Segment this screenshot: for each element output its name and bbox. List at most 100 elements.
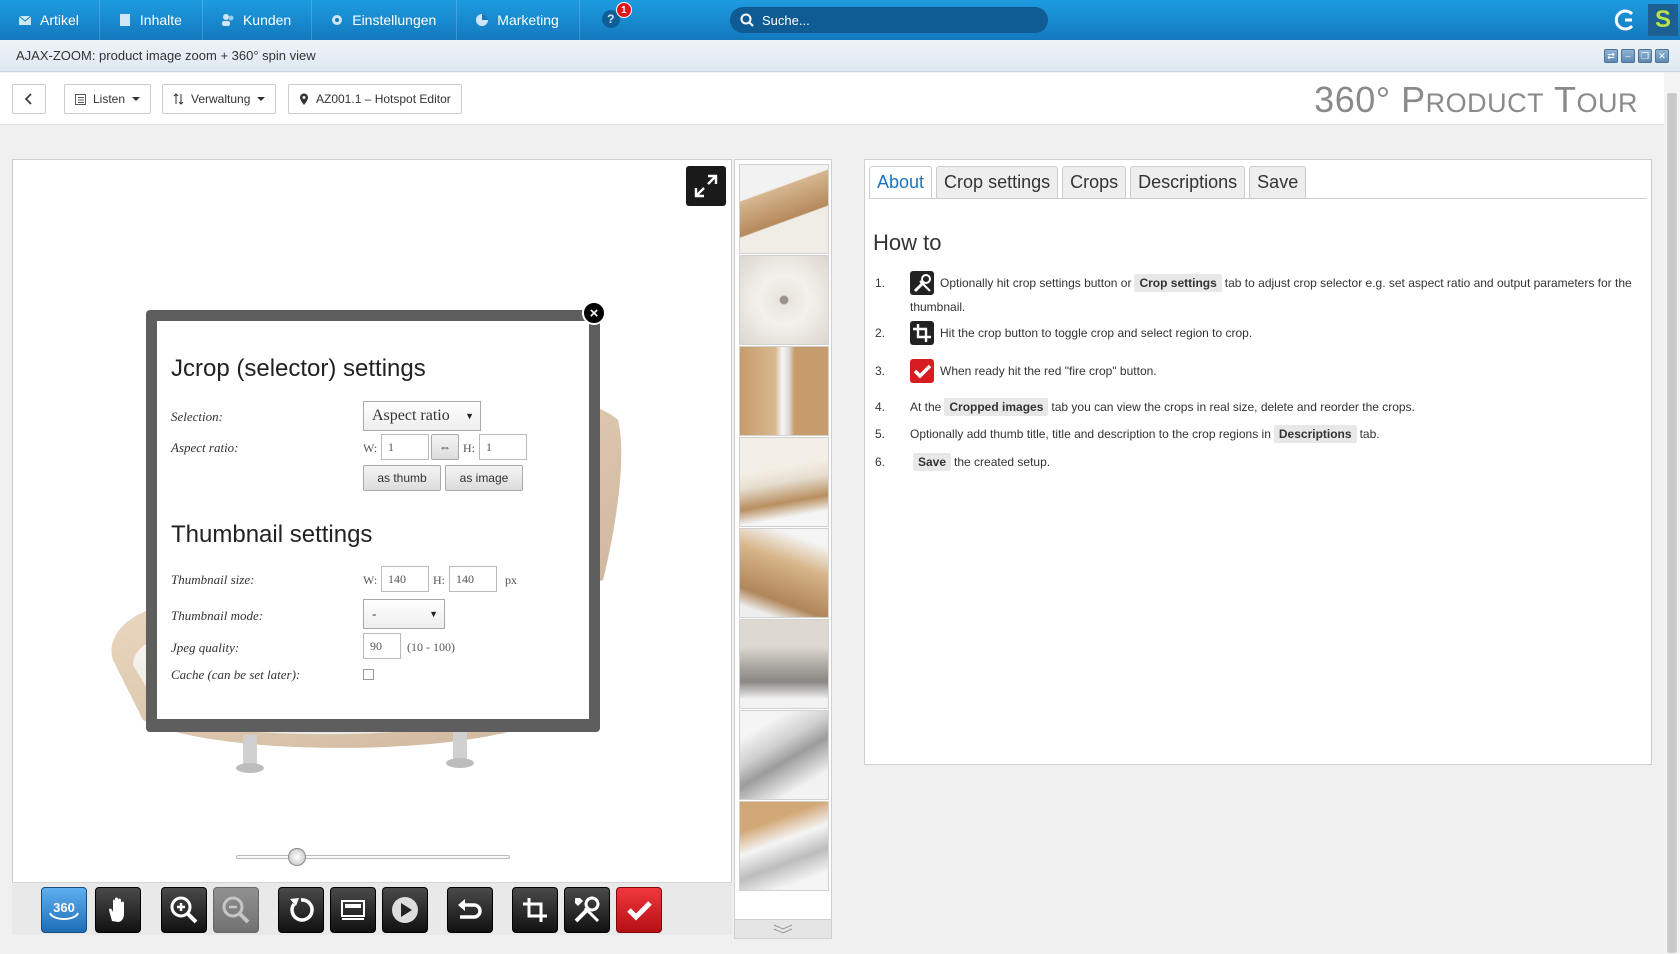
thumbnail[interactable] xyxy=(739,437,829,527)
viewer-navbar: 360 xyxy=(12,882,732,935)
selection-select[interactable]: Aspect ratio ▼ xyxy=(363,401,481,431)
list-icon xyxy=(75,93,86,105)
inline-tab-reference: Save xyxy=(913,453,952,471)
users-icon xyxy=(221,14,234,26)
listen-dropdown[interactable]: Listen xyxy=(64,84,152,114)
zoom-in-button[interactable] xyxy=(161,887,207,933)
editor-breadcrumb-button[interactable]: AZ001.1 – Hotspot Editor xyxy=(288,84,462,114)
fire-crop-check-icon xyxy=(627,901,652,921)
caret-down-icon xyxy=(257,97,266,101)
nav-inhalte[interactable]: Inhalte xyxy=(100,0,203,40)
gear-icon xyxy=(332,15,343,25)
step-text-part: Optionally hit crop settings button or xyxy=(940,276,1132,291)
thumb-w-input[interactable]: 140 xyxy=(381,566,429,592)
thumbnail-scroll-down[interactable] xyxy=(734,919,832,939)
thumbnail-mode-select[interactable]: - ▼ xyxy=(363,599,445,629)
cache-label: Cache (can be set later): xyxy=(171,667,301,682)
aspect-ratio-label: Aspect ratio: xyxy=(171,440,239,455)
nav-kunden[interactable]: Kunden xyxy=(203,0,313,40)
thumbnail[interactable] xyxy=(739,255,829,345)
step-text: Optionally hit crop settings button or Cr… xyxy=(910,271,1650,319)
nav-artikel[interactable]: Artikel xyxy=(0,0,100,40)
thumb-h-input[interactable]: 140 xyxy=(449,566,497,592)
selection-value: Aspect ratio xyxy=(372,407,450,424)
search-box[interactable] xyxy=(730,7,1048,33)
jcrop-settings-dialog: Jcrop (selector) settings Selection: Asp… xyxy=(146,310,600,732)
aspect-h-label: H: xyxy=(463,441,475,455)
step-text-part: Hit the crop button to toggle crop and s… xyxy=(940,326,1253,341)
sort-icon xyxy=(173,93,184,105)
crop-small-icon xyxy=(910,321,934,345)
crop-icon xyxy=(523,898,547,922)
nav-label: Inhalte xyxy=(139,12,182,28)
shopware-g-logo-icon[interactable] xyxy=(1612,8,1636,32)
verwaltung-dropdown[interactable]: Verwaltung xyxy=(162,84,277,114)
thumbnail[interactable] xyxy=(739,346,829,436)
as-image-button[interactable]: as image xyxy=(445,465,523,491)
tab-save[interactable]: Save xyxy=(1249,166,1307,198)
window-maximize-icon[interactable]: ❐ xyxy=(1638,49,1652,63)
top-navigation: Artikel Inhalte Kunden Einstellungen Mar… xyxy=(0,0,1680,40)
crop-settings-button[interactable] xyxy=(564,887,610,933)
tab-crops[interactable]: Crops xyxy=(1062,166,1127,198)
step-text-part: tab to adjust crop selector e.g. set asp… xyxy=(1224,276,1632,291)
page-scrollbar[interactable] xyxy=(1664,73,1680,954)
thumbnail[interactable] xyxy=(739,619,829,709)
pan-button[interactable] xyxy=(95,887,141,933)
redo-button[interactable] xyxy=(447,887,493,933)
zoom-out-button[interactable] xyxy=(213,887,259,933)
step-text: Optionally add thumb title, title and de… xyxy=(910,423,1650,446)
thumbnail[interactable] xyxy=(739,801,829,891)
shopware-logo-icon[interactable]: S xyxy=(1648,4,1678,36)
spin-360-button[interactable]: 360 xyxy=(41,887,87,933)
search-input[interactable] xyxy=(762,12,1022,28)
how-to-step: 4. At the Cropped images tab you can view … xyxy=(875,396,1645,420)
fullscreen-button[interactable] xyxy=(686,166,726,206)
360-spin-icon: 360 xyxy=(49,900,79,920)
nav-label: Einstellungen xyxy=(352,12,437,28)
step-number: 2. xyxy=(875,326,886,340)
thumbnail-mode-label: Thumbnail mode: xyxy=(171,608,264,623)
as-thumb-button[interactable]: as thumb xyxy=(363,465,441,491)
window-minimize-icon[interactable]: – xyxy=(1621,49,1635,63)
scrollbar-thumb[interactable] xyxy=(1667,93,1677,953)
cache-checkbox[interactable] xyxy=(363,669,374,680)
thumbnail[interactable] xyxy=(739,164,829,254)
inline-tab-reference: Descriptions xyxy=(1273,425,1357,443)
play-button[interactable] xyxy=(382,887,428,933)
step-text: Hit the crop button to toggle crop and s… xyxy=(910,321,1650,346)
jpeg-quality-input[interactable]: 90 xyxy=(363,633,401,659)
step-text: At the Cropped images tab you can view the… xyxy=(910,396,1650,419)
reset-button[interactable] xyxy=(278,887,324,933)
gallery-button[interactable] xyxy=(330,887,376,933)
tab-about[interactable]: About xyxy=(869,166,933,198)
crop-button[interactable] xyxy=(512,887,558,933)
gallery-icon xyxy=(341,900,365,920)
swap-aspect-button[interactable]: ⇔ xyxy=(431,434,459,460)
aspect-w-input[interactable]: 1 xyxy=(381,434,429,460)
dialog-close-button[interactable]: × xyxy=(582,301,606,325)
caret-down-icon: ▼ xyxy=(429,609,438,619)
help-button[interactable]: ? 1 xyxy=(601,2,632,30)
nav-einstellungen[interactable]: Einstellungen xyxy=(312,0,458,40)
nav-marketing[interactable]: Marketing xyxy=(457,0,580,40)
listen-label: Listen xyxy=(93,92,126,106)
window-refresh-icon[interactable]: ⇄ xyxy=(1604,49,1618,63)
editor-label: AZ001.1 – Hotspot Editor xyxy=(316,92,451,106)
caret-down-icon: ▼ xyxy=(465,411,474,421)
step-number: 4. xyxy=(875,400,886,414)
nav-label: Kunden xyxy=(242,12,292,28)
window-close-icon[interactable]: ✕ xyxy=(1655,49,1669,63)
zoom-slider[interactable] xyxy=(236,848,510,866)
step-text: When ready hit the red "fire crop" butto… xyxy=(910,359,1650,384)
window-titlebar: AJAX-ZOOM: product image zoom + 360° spi… xyxy=(0,40,1680,72)
how-to-step: 6. Save the created setup. xyxy=(875,451,1645,475)
document-icon xyxy=(119,14,130,26)
tab-crop-settings[interactable]: Crop settings xyxy=(936,166,1059,198)
tab-descriptions[interactable]: Descriptions xyxy=(1130,166,1246,198)
back-button[interactable] xyxy=(12,84,46,114)
fire-crop-button[interactable] xyxy=(616,887,662,933)
thumbnail[interactable] xyxy=(739,710,829,800)
aspect-h-input[interactable]: 1 xyxy=(479,434,527,460)
thumbnail[interactable] xyxy=(739,528,829,618)
